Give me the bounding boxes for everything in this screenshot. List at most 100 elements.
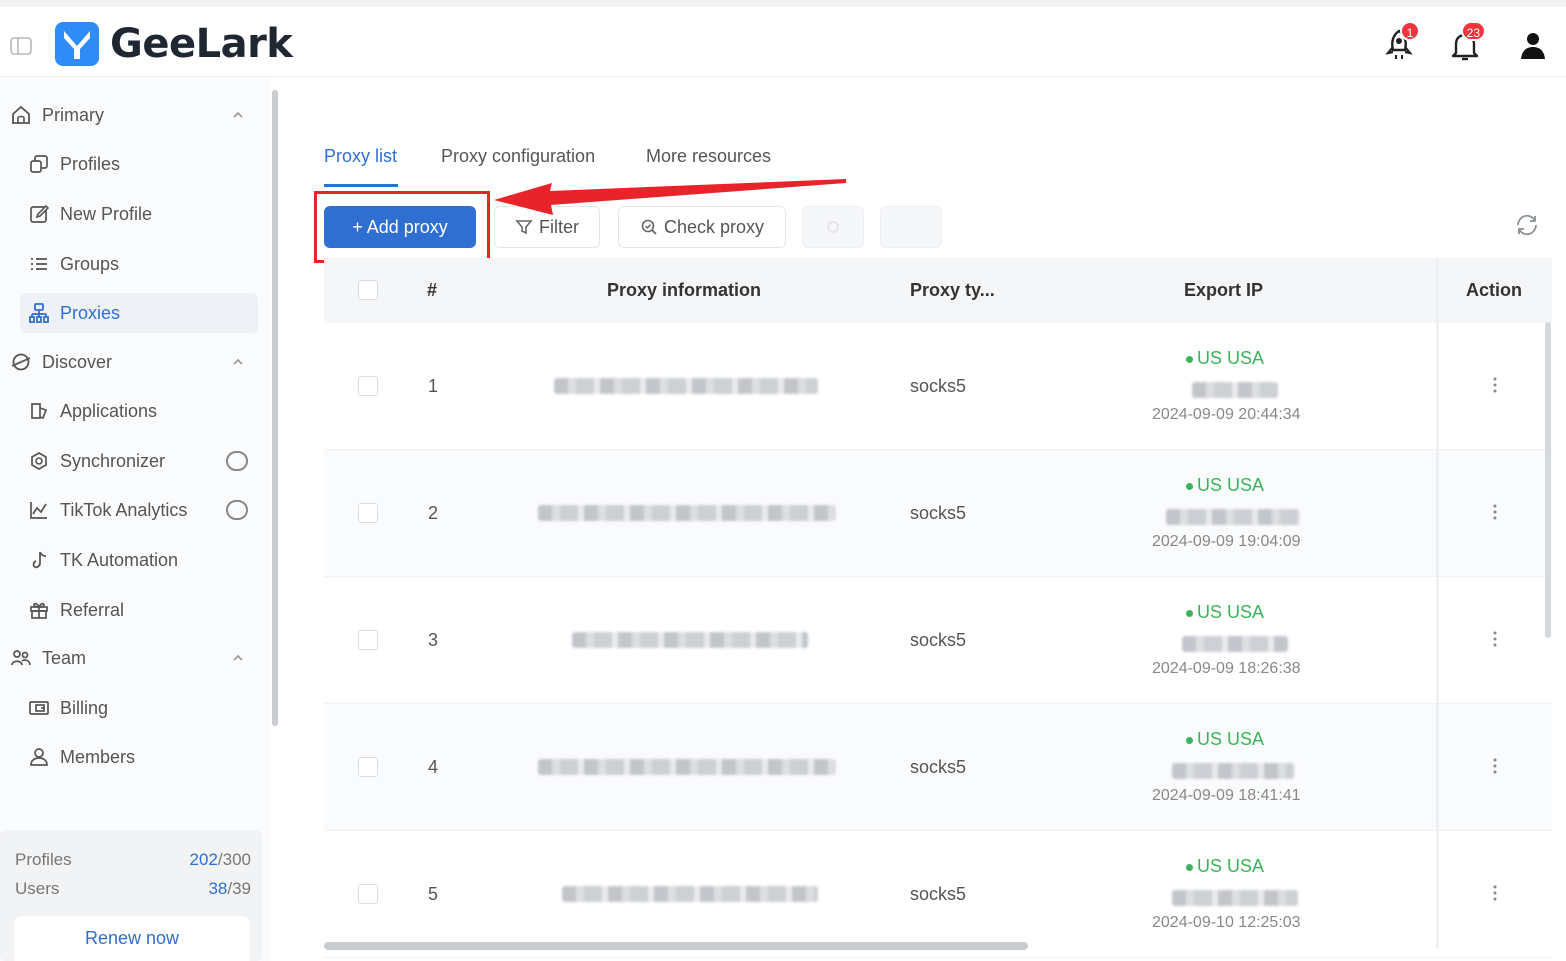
sidebar-item-label: Applications [60,400,158,421]
sidebar-item-label: Referral [60,599,125,620]
more-actions-icon[interactable] [1493,504,1497,520]
top-edge [0,0,1566,7]
row-checkbox[interactable] [358,757,378,777]
column-header-proxy-type[interactable]: Proxy ty... [910,280,995,301]
sidebar-item-tk-automation[interactable]: TK Automation [20,540,258,580]
column-header-action: Action [1466,280,1522,300]
row-checkbox[interactable] [358,884,378,904]
row-checkbox[interactable] [358,376,378,396]
proxy-type: socks5 [910,884,967,904]
table-row[interactable]: 5 socks5 US USA 2024-09-10 12:25:03 [324,831,1552,958]
online-dot-icon [1186,736,1193,744]
sidebar-item-label: TikTok Analytics [60,499,188,520]
app-name: GeeLark [110,21,293,67]
export-ip-redacted [1172,763,1294,779]
table-row[interactable]: 1 socks5 US USA 2024-09-09 20:44:34 [324,323,1552,450]
check-time: 2024-09-09 18:26:38 [1152,660,1301,677]
chevron-up-icon[interactable] [232,109,244,121]
proxy-info-redacted [554,378,818,394]
sidebar-group-discover[interactable]: Discover [10,347,250,377]
sidebar-item-label: New Profile [60,203,153,224]
team-icon [11,650,31,666]
table-row[interactable]: 3 socks5 US USA 2024-09-09 18:26:38 [324,577,1552,704]
sidebar-item-billing[interactable]: Billing [20,688,258,728]
applications-icon [31,403,48,420]
column-header-proxy-information[interactable]: Proxy information [607,280,761,301]
sidebar-item-applications[interactable]: Applications [20,391,258,431]
online-dot-icon [1186,609,1193,617]
more-actions-icon[interactable] [1493,631,1497,647]
home-icon [12,105,30,124]
sidebar-item-groups[interactable]: Groups [20,244,258,284]
proxy-info-redacted [538,759,836,775]
disabled-extra-button[interactable] [880,206,942,248]
table-row[interactable]: 2 socks5 US USA 2024-09-09 19:04:09 [324,450,1552,577]
sidebar-group-primary[interactable]: Primary [10,100,250,130]
more-actions-icon[interactable] [1493,885,1497,901]
sidebar-scrollbar[interactable] [272,90,278,726]
logo-icon [55,22,99,66]
proxy-type: socks5 [910,376,967,396]
settings-icon [827,221,839,233]
sidebar-item-label: Members [60,746,136,767]
online-dot-icon [1186,355,1193,363]
proxy-type: socks5 [910,757,967,777]
tab-more-resources[interactable]: More resources [646,146,771,167]
profiles-used: 202 [189,850,218,869]
chevron-up-icon[interactable] [232,652,244,664]
action-header-cell: Action [1439,258,1552,323]
chevron-up-icon[interactable] [232,356,244,368]
sidebar-item-new-profile[interactable]: New Profile [20,194,258,234]
proxy-type: socks5 [910,503,967,523]
edit-icon [30,204,50,223]
sidebar-group-label: Discover [42,351,113,372]
sidebar-item-referral[interactable]: Referral [20,590,258,630]
row-checkbox[interactable] [358,630,378,650]
row-checkbox[interactable] [358,503,378,523]
user-avatar-icon[interactable] [1516,25,1550,65]
select-all-checkbox[interactable] [358,280,378,300]
export-country: US USA [1186,348,1264,369]
sidebar-group-team[interactable]: Team [10,643,250,673]
search-check-icon [641,219,657,235]
column-header-export-ip[interactable]: Export IP [1184,280,1263,301]
filter-icon [515,220,533,235]
more-actions-icon[interactable] [1493,758,1497,774]
tab-proxy-list[interactable]: Proxy list [324,146,397,167]
online-dot-icon [1186,482,1193,490]
table-horizontal-scrollbar[interactable] [324,942,1028,950]
profiles-usage: Profiles 202/300 [15,850,251,870]
sidebar-toggle-icon[interactable] [10,37,32,55]
renew-now-button[interactable]: Renew now [14,916,250,961]
proxy-network-icon [29,303,49,323]
sidebar-group-label: Primary [42,104,104,125]
table-row[interactable]: 4 socks5 US USA 2024-09-09 18:41:41 [324,704,1552,831]
sidebar-group-label: Team [42,647,87,668]
check-time: 2024-09-09 19:04:09 [1152,533,1301,550]
users-usage: Users 38/39 [15,879,251,899]
table-vertical-scrollbar[interactable] [1545,322,1551,638]
sidebar-item-tiktok-analytics[interactable]: TikTok Analytics [20,490,258,530]
check-time: 2024-09-09 20:44:34 [1152,406,1301,423]
tab-proxy-configuration[interactable]: Proxy configuration [441,146,595,167]
export-country: US USA [1186,475,1264,496]
bell-icon[interactable]: 23 [1448,21,1486,65]
sidebar-item-profiles[interactable]: Profiles [20,144,258,184]
refresh-icon[interactable] [1514,212,1540,238]
list-icon [31,258,47,270]
row-index: 1 [428,376,439,396]
sidebar-item-members[interactable]: Members [20,737,258,777]
more-actions-icon[interactable] [1493,377,1497,393]
row-index: 4 [428,757,439,777]
profiles-total: /300 [217,850,251,869]
chart-line-icon [30,502,47,519]
sidebar-item-proxies[interactable]: Proxies [20,293,258,333]
rocket-icon[interactable]: 1 [1382,21,1420,65]
row-index: 5 [428,884,439,904]
table-header: # Proxy information Proxy ty... Export I… [324,258,1552,323]
proxy-table: # Proxy information Proxy ty... Export I… [324,258,1552,958]
users-used: 38 [208,879,228,898]
sidebar-item-synchronizer[interactable]: Synchronizer [20,441,258,481]
link-status-icon [226,451,248,471]
country-label: US USA [1197,856,1265,876]
